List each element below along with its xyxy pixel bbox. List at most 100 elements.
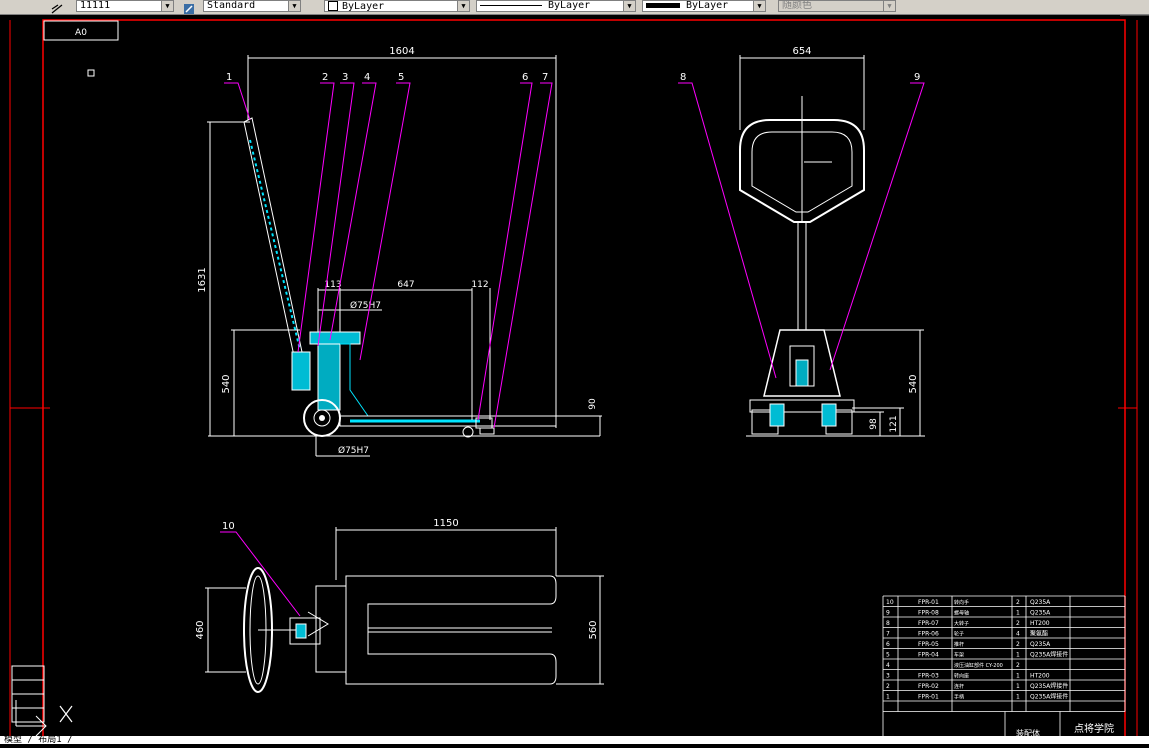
callout-4: 4 [364, 72, 370, 83]
color-combo[interactable]: ByLayer ▼ [324, 0, 470, 12]
bom-cell-material: Q235A [1030, 641, 1051, 648]
bom-cell-name: 车架 [954, 652, 964, 659]
bom-cell-name: 转向座 [954, 673, 969, 680]
drawing-canvas[interactable]: A0 1604 1631 540 113 647 112 Ø75H7 Ø75H7… [0, 14, 1149, 744]
bom-cell-no: 8 [886, 620, 890, 627]
revision-strip [11, 665, 45, 723]
callout-1: 1 [226, 72, 232, 83]
bom-cell-no: 6 [886, 641, 890, 648]
bom-cell-qty: 2 [1016, 620, 1020, 627]
bom-cell-material: Q235A焊接件 [1030, 693, 1068, 701]
bom-cell-code: FPR-03 [918, 673, 939, 680]
layout-tabs[interactable]: 模型 / 布局1 / [0, 736, 1149, 744]
bom-cell-material: HT200 [1030, 673, 1050, 680]
bom-cell-qty: 2 [1016, 641, 1020, 648]
bom-footer-right: 点将学院 [1074, 722, 1114, 735]
bom-table: 10 FPR-01 转向手 2 Q235A 9 FPR-08 螺母轴 1 Q235A 8 FPR-07… [882, 595, 1126, 740]
lineweight-combo[interactable]: ByLayer ▼ [642, 0, 766, 12]
callout-3: 3 [342, 72, 348, 83]
dim-front-height: 540 [908, 374, 919, 393]
chevron-down-icon[interactable]: ▼ [883, 1, 895, 11]
sheet-border [9, 14, 1149, 741]
bom-cell-qty: 2 [1016, 599, 1020, 606]
bom-cell-code: FPR-06 [918, 631, 939, 638]
front-view: 654 540 98 121 8 9 [678, 46, 925, 437]
callout-9: 9 [914, 72, 920, 83]
bom-cell-qty: 1 [1016, 652, 1020, 659]
callout-5: 5 [398, 72, 404, 83]
bom-cell-qty: 1 [1016, 673, 1020, 680]
small-marker [87, 69, 95, 77]
bom-cell-code: FPR-04 [918, 652, 939, 659]
bom-cell-no: 7 [886, 631, 890, 638]
callout-6: 6 [522, 72, 528, 83]
bom-cell-material: Q235A [1030, 610, 1051, 617]
dim-height: 1631 [197, 267, 208, 292]
dim-wheel-h2: 121 [889, 415, 899, 432]
chevron-down-icon[interactable]: ▼ [288, 1, 300, 11]
dim-wheel-h1: 98 [869, 418, 879, 430]
text-style-icon[interactable] [182, 0, 196, 14]
sheet-size-box: A0 [43, 20, 119, 41]
bom-cell-name: 连杆 [954, 683, 964, 690]
chevron-down-icon[interactable]: ▼ [623, 1, 635, 11]
dim-bore-bottom: Ø75H7 [338, 445, 369, 456]
bom-cell-qty: 1 [1016, 694, 1020, 701]
linetype-scale-icon[interactable] [50, 0, 64, 14]
linetype-preview [480, 4, 542, 6]
bom-cell-name: 转向手 [954, 599, 969, 606]
text-style-combo[interactable]: Standard ▼ [203, 0, 301, 12]
bom-cell-name: 液压油缸部件 CY-200 [954, 662, 1003, 669]
bom-cell-name: 大转子 [954, 620, 969, 627]
callout-2: 2 [322, 72, 328, 83]
bom-cell-code: FPR-07 [918, 620, 939, 627]
bom-cell-no: 10 [886, 599, 894, 606]
bom-cell-name: 推杆 [954, 641, 964, 648]
dim-front-width: 654 [792, 46, 811, 57]
bom-cell-qty: 2 [1016, 662, 1020, 669]
dim-bore-top: Ø75H7 [350, 300, 381, 311]
linetype-combo[interactable]: ByLayer ▼ [476, 0, 636, 12]
bom-cell-no: 5 [886, 652, 890, 659]
bom-cell-code: FPR-01 [918, 694, 939, 701]
callout-8: 8 [680, 72, 686, 83]
bom-cell-no: 3 [886, 673, 890, 680]
bom-cell-code: FPR-01 [918, 599, 939, 606]
callout-10: 10 [222, 521, 235, 532]
properties-toolbar: 11111 ▼ Standard ▼ ByLayer ▼ ByLayer ▼ ByLay… [0, 0, 1149, 15]
bom-cell-qty: 1 [1016, 683, 1020, 690]
bom-cell-name: 手柄 [954, 694, 964, 701]
bom-cell-code: FPR-02 [918, 683, 939, 690]
bom-cell-material: Q235A焊接件 [1030, 651, 1068, 659]
chevron-down-icon[interactable]: ▼ [457, 1, 469, 11]
bom-cell-code: FPR-08 [918, 610, 939, 617]
linetype-scale-combo[interactable]: 11111 ▼ [76, 0, 174, 12]
top-view: 1150 460 560 10 [195, 518, 604, 693]
sheet-size-label: A0 [75, 28, 87, 38]
dim-mast-height: 540 [221, 374, 232, 393]
bom-cell-name: 轮子 [954, 631, 964, 638]
dim-handle-width: 460 [195, 620, 206, 639]
bom-cell-no: 1 [886, 694, 890, 701]
dim-d2: 647 [397, 280, 414, 290]
chevron-down-icon[interactable]: ▼ [753, 1, 765, 11]
dim-d3: 112 [471, 280, 488, 290]
bom-cell-name: 螺母轴 [954, 610, 969, 617]
bom-cell-material: Q235A焊接件 [1030, 682, 1068, 690]
lineweight-preview [646, 2, 680, 8]
bom-cell-qty: 1 [1016, 610, 1020, 617]
color-swatch-icon [328, 1, 338, 11]
plot-style-combo[interactable]: 随颜色 ▼ [778, 0, 896, 12]
chevron-down-icon[interactable]: ▼ [161, 1, 173, 11]
bom-cell-material: Q235A [1030, 599, 1051, 606]
bom-cell-qty: 4 [1016, 631, 1020, 638]
dim-fork-length: 1150 [433, 518, 458, 529]
dim-total-length: 1604 [389, 46, 414, 57]
bom-cell-material: 聚氨酯 [1030, 630, 1048, 638]
bom-cell-no: 9 [886, 610, 890, 617]
bom-cell-no: 2 [886, 683, 890, 690]
bom-cell-no: 4 [886, 662, 890, 669]
bom-cell-code: FPR-05 [918, 641, 939, 648]
side-view: 1604 1631 540 113 647 112 Ø75H7 Ø75H7 90… [197, 46, 602, 457]
dim-fork-width: 560 [588, 620, 599, 639]
